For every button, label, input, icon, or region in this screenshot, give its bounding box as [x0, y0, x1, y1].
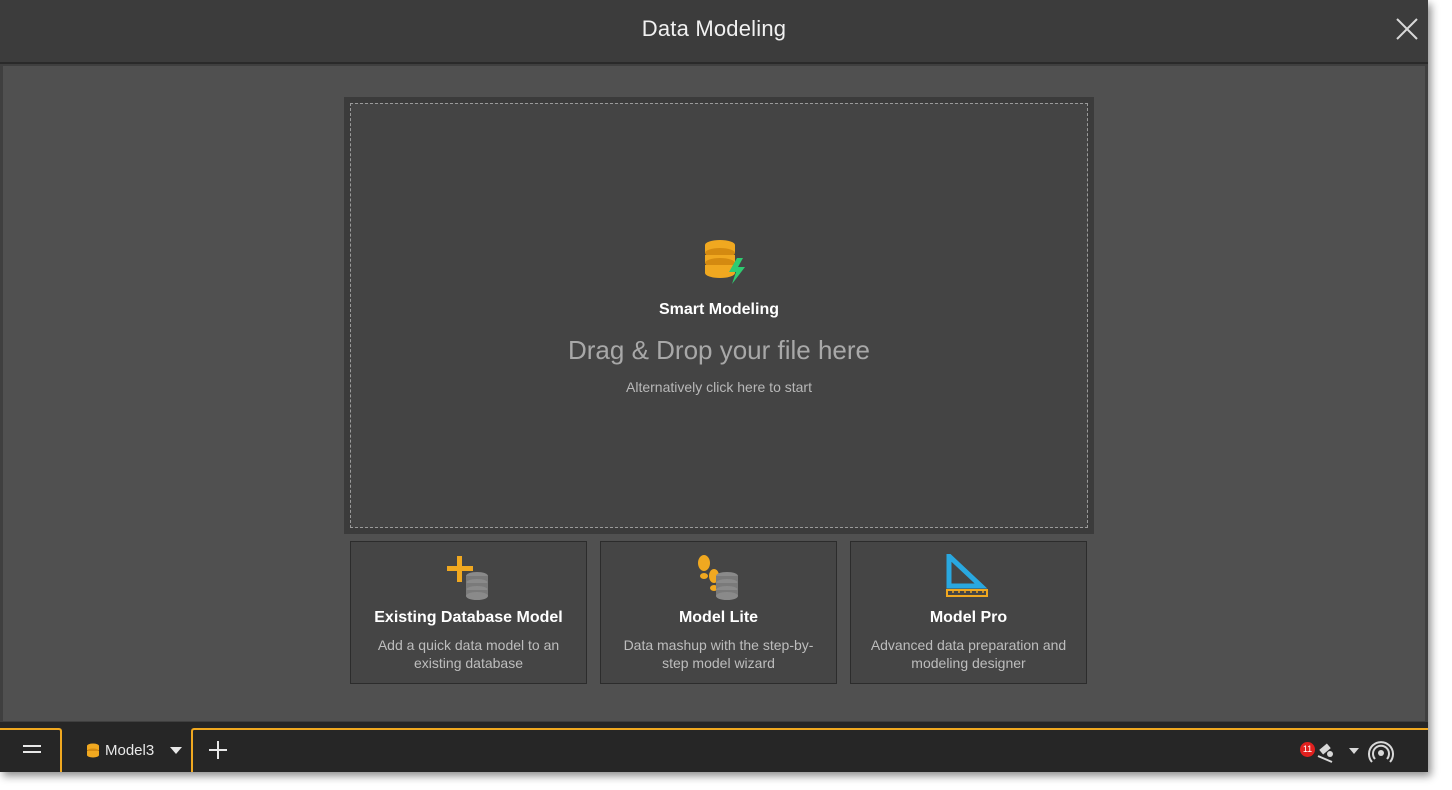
footsteps-database-icon — [695, 554, 741, 602]
card-description: Advanced data preparation and modeling d… — [870, 637, 1067, 671]
broadcast-icon — [1368, 741, 1394, 763]
card-title: Model Lite — [678, 609, 759, 626]
database-add-icon — [445, 554, 491, 602]
chevron-down-icon[interactable] — [170, 747, 182, 755]
card-description: Add a quick data model to an existing da… — [377, 637, 560, 671]
dropzone-border: Smart Modeling Drag & Drop your file her… — [350, 103, 1088, 528]
alternative-start-text: Alternatively click here to start — [626, 379, 812, 395]
close-icon — [1396, 18, 1418, 40]
title-bar: Data Modeling — [0, 0, 1428, 64]
tab-model3[interactable]: Model3 — [72, 730, 192, 772]
card-description: Data mashup with the step-by-step model … — [623, 637, 814, 671]
tab-label: Model3 — [105, 742, 155, 759]
existing-database-model-card[interactable]: Existing Database Model Add a quick data… — [350, 541, 587, 684]
taskbar: Model3 11 — [0, 722, 1428, 772]
add-tab-button[interactable] — [206, 738, 230, 762]
database-icon — [87, 743, 99, 758]
content-area: Smart Modeling Drag & Drop your file her… — [3, 66, 1425, 721]
model-lite-card[interactable]: Model Lite Data mashup with the step-by-… — [600, 541, 837, 684]
set-square-ruler-icon — [945, 554, 991, 602]
chevron-down-icon — [1349, 748, 1359, 754]
notifications-button[interactable]: 11 — [1300, 740, 1342, 766]
hamburger-icon — [23, 745, 41, 753]
close-button[interactable] — [1392, 14, 1422, 44]
drag-drop-text: Drag & Drop your file here — [567, 335, 871, 365]
data-modeling-window: Data Modeling Smart Modeling Drag & Drop… — [0, 0, 1428, 772]
card-title: Model Pro — [929, 609, 1008, 626]
smart-modeling-dropzone[interactable]: Smart Modeling Drag & Drop your file her… — [344, 97, 1094, 534]
smart-database-lightning-icon — [703, 238, 749, 286]
tab-strip — [191, 728, 1428, 772]
model-pro-card[interactable]: Model Pro Advanced data preparation and … — [850, 541, 1087, 684]
broadcast-button[interactable] — [1368, 740, 1394, 766]
notification-count-badge: 11 — [1300, 742, 1315, 757]
plus-icon — [209, 741, 227, 759]
menu-button[interactable] — [0, 728, 62, 772]
smart-modeling-title: Smart Modeling — [658, 301, 779, 318]
window-title: Data Modeling — [641, 16, 787, 41]
status-menu-chevron[interactable] — [1349, 746, 1359, 756]
card-title: Existing Database Model — [374, 609, 563, 626]
